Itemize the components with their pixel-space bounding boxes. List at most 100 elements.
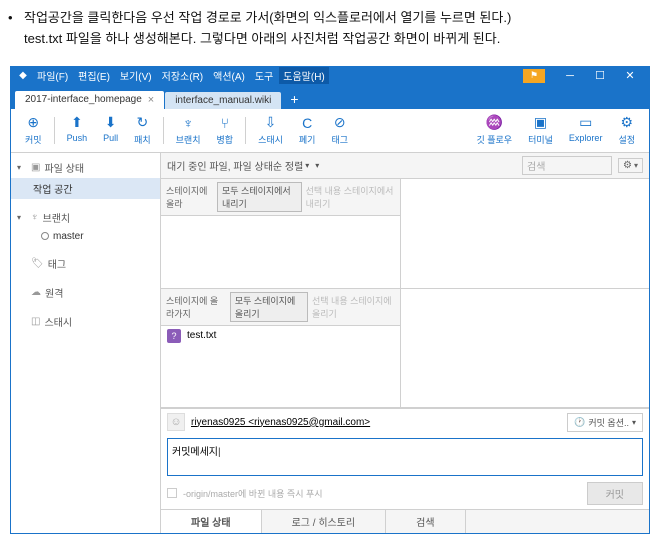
- view-dropdown[interactable]: [315, 161, 325, 170]
- refresh-icon: ↻: [137, 115, 149, 131]
- upload-icon: ⬆: [71, 115, 83, 131]
- menu-action[interactable]: 액션(A): [209, 67, 249, 84]
- terminal-icon: ▣: [534, 115, 547, 131]
- chevron-down-icon: ▾: [632, 418, 636, 427]
- staged-label: 스테이지에 올라: [166, 184, 213, 210]
- folder-icon: ▭: [579, 115, 592, 131]
- sidebar-stash-header[interactable]: ◫스태시: [11, 311, 160, 332]
- fetch-button[interactable]: ↻패치: [126, 113, 159, 148]
- tab-label: interface_manual.wiki: [175, 95, 271, 106]
- commit-options-button[interactable]: 🕐커밋 옵션..▾: [567, 413, 643, 432]
- menu-view[interactable]: 보기(V): [116, 67, 156, 84]
- merge-icon: ⑂: [221, 115, 229, 131]
- close-icon[interactable]: ×: [148, 94, 154, 106]
- intro-line2: test.txt 파일을 하나 생성해본다. 그렇다면 아래의 사진처럼 작업공…: [24, 29, 661, 50]
- branch-icon: ♆: [31, 212, 39, 223]
- diff-pane-bottom: [401, 289, 649, 407]
- commit-message-input[interactable]: 커밋메세지: [167, 438, 643, 476]
- push-button[interactable]: ⬆Push: [59, 113, 96, 148]
- unstaged-label: 스테이지에 올라가지: [166, 294, 226, 320]
- discard-button[interactable]: C폐기: [291, 113, 324, 148]
- sidebar-branch-header[interactable]: ▾♆브랜치: [11, 207, 160, 228]
- close-button[interactable]: ✕: [615, 67, 645, 85]
- commit-user[interactable]: riyenas0925 <riyenas0925@gmail.com>: [191, 417, 370, 428]
- explorer-button[interactable]: ▭Explorer: [561, 113, 611, 148]
- search-input[interactable]: 검색: [522, 156, 612, 175]
- sort-dropdown[interactable]: 대기 중인 파일, 파일 상태순 정렬: [167, 158, 309, 173]
- gitflow-icon: ♒: [486, 115, 503, 131]
- title-bar: 파일(F) 편집(E) 보기(V) 저장소(R) 액션(A) 도구 도움말(H)…: [11, 67, 649, 85]
- branch-button[interactable]: ♆브랜치: [168, 113, 209, 148]
- tab-label: 2017-interface_homepage: [25, 94, 142, 105]
- add-tab-button[interactable]: +: [282, 89, 306, 109]
- chevron-down-icon: ▾: [634, 161, 638, 170]
- gitflow-button[interactable]: ♒깃 플로우: [468, 113, 520, 148]
- view-settings-button[interactable]: ⚙▾: [618, 158, 643, 173]
- gear-icon: ⚙: [620, 115, 633, 131]
- menu-repo[interactable]: 저장소(R): [158, 67, 207, 84]
- merge-button[interactable]: ⑂병합: [209, 113, 242, 148]
- terminal-button[interactable]: ▣터미널: [520, 113, 561, 148]
- file-item[interactable]: ? test.txt: [161, 326, 400, 346]
- branch-icon: ♆: [183, 115, 194, 131]
- commit-button[interactable]: ⊕커밋: [17, 113, 50, 148]
- tab-repo-2[interactable]: interface_manual.wiki: [165, 92, 281, 109]
- bottom-tabs: 파일 상태 로그 / 히스토리 검색: [161, 509, 649, 533]
- sidebar-tag-header[interactable]: 🏷태그: [11, 253, 160, 274]
- pull-button[interactable]: ⬇Pull: [95, 113, 126, 148]
- commit-area: ☺ riyenas0925 <riyenas0925@gmail.com> 🕐커…: [161, 408, 649, 509]
- unstage-selected-button[interactable]: 선택 내용 스테이지에서 내리기: [306, 184, 395, 210]
- unstage-all-button[interactable]: 모두 스테이지에서 내리기: [217, 182, 302, 212]
- tab-file-status[interactable]: 파일 상태: [161, 510, 262, 533]
- tab-repo-1[interactable]: 2017-interface_homepage ×: [15, 91, 164, 109]
- sidebar-branch-master[interactable]: master: [11, 228, 160, 245]
- tab-search[interactable]: 검색: [386, 510, 465, 533]
- tab-log-history[interactable]: 로그 / 히스토리: [262, 510, 387, 533]
- stage-selected-button[interactable]: 선택 내용 스테이지에 올리기: [312, 294, 395, 320]
- push-immediately-checkbox[interactable]: [167, 488, 177, 498]
- commit-submit-button[interactable]: 커밋: [587, 482, 643, 505]
- sidebar-filestatus-header[interactable]: ▾▣파일 상태: [11, 157, 160, 178]
- flag-icon[interactable]: [523, 69, 545, 83]
- repo-tabs: 2017-interface_homepage × interface_manu…: [11, 85, 649, 109]
- monitor-icon: ▣: [31, 162, 40, 173]
- staged-pane: 스테이지에 올라 모두 스테이지에서 내리기 선택 내용 스테이지에서 내리기: [161, 179, 401, 288]
- settings-button[interactable]: ⚙설정: [610, 113, 643, 148]
- stash-icon: ◫: [31, 316, 40, 327]
- chevron-down-icon: ▾: [17, 163, 27, 172]
- sidebar: ▾▣파일 상태 작업 공간 ▾♆브랜치 master 🏷태그 ☁원격 ◫스태시: [11, 153, 161, 533]
- stage-all-button[interactable]: 모두 스테이지에 올리기: [230, 292, 308, 322]
- download-icon: ⬇: [105, 115, 117, 131]
- tag-icon: ⊘: [334, 115, 346, 131]
- sidebar-remote-header[interactable]: ☁원격: [11, 282, 160, 303]
- diff-pane-top: [401, 179, 649, 288]
- maximize-button[interactable]: ☐: [585, 67, 615, 85]
- menu-file[interactable]: 파일(F): [33, 67, 72, 84]
- stash-button[interactable]: ⇩스태시: [250, 113, 291, 148]
- plus-circle-icon: ⊕: [27, 115, 39, 131]
- tag-button[interactable]: ⊘태그: [323, 113, 356, 148]
- clock-icon: 🕐: [574, 417, 585, 428]
- minimize-button[interactable]: ─: [555, 67, 585, 85]
- circle-icon: [41, 232, 49, 240]
- gear-icon: ⚙: [623, 160, 632, 171]
- unstaged-pane: 스테이지에 올라가지 모두 스테이지에 올리기 선택 내용 스테이지에 올리기 …: [161, 289, 401, 407]
- stash-icon: ⇩: [265, 115, 277, 131]
- menu-tool[interactable]: 도구: [251, 67, 277, 84]
- push-immediately-label: -origin/master에 바뀐 내용 즉시 푸시: [183, 487, 323, 500]
- menu-help[interactable]: 도움말(H): [279, 67, 328, 84]
- app-logo-icon: [15, 68, 31, 84]
- chevron-down-icon: ▾: [17, 213, 27, 222]
- content-toolbar: 대기 중인 파일, 파일 상태순 정렬 검색 ⚙▾: [161, 153, 649, 179]
- app-window: 파일(F) 편집(E) 보기(V) 저장소(R) 액션(A) 도구 도움말(H)…: [10, 66, 650, 534]
- main-toolbar: ⊕커밋 ⬆Push ⬇Pull ↻패치 ♆브랜치 ⑂병합 ⇩스태시 C폐기 ⊘태…: [11, 109, 649, 153]
- unknown-file-icon: ?: [167, 329, 181, 343]
- menu-edit[interactable]: 편집(E): [74, 67, 114, 84]
- discard-icon: C: [302, 115, 312, 131]
- avatar: ☺: [167, 413, 185, 431]
- cloud-icon: ☁: [31, 287, 41, 298]
- file-name: test.txt: [187, 330, 216, 341]
- intro-line1: 작업공간을 클릭한다음 우선 작업 경로로 가서(화면의 익스플로러에서 열기를…: [24, 8, 661, 29]
- sidebar-item-workspace[interactable]: 작업 공간: [11, 178, 160, 199]
- tag-icon: 🏷: [31, 258, 44, 269]
